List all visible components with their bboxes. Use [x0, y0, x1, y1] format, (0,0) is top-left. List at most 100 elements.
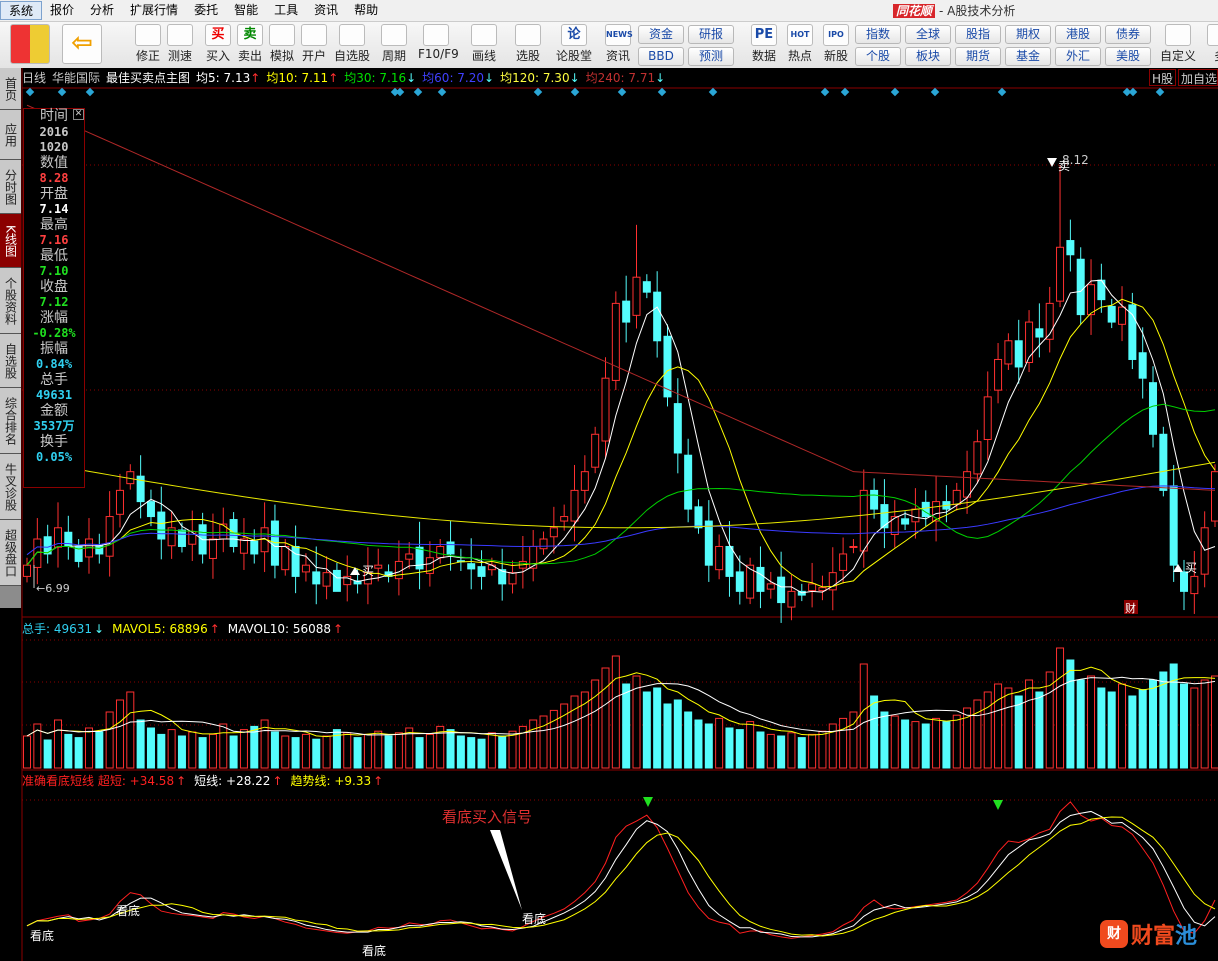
- candle: [1190, 575, 1199, 595]
- volume-bar: [601, 667, 610, 769]
- volume-bar: [177, 735, 186, 769]
- arrow-up-icon: ↑: [333, 622, 344, 636]
- candle: [467, 563, 476, 570]
- candle: [549, 527, 558, 538]
- ma-label: 均120: 7.30: [500, 71, 570, 85]
- volume-bar: [508, 730, 517, 769]
- chart-name[interactable]: 最佳买卖点主图: [106, 69, 190, 86]
- volume-bar: [684, 711, 693, 769]
- ma-value: 均5: 7.13↑: [196, 69, 260, 86]
- volume-bar: [787, 732, 796, 769]
- volume-bar: [880, 711, 889, 769]
- ma-label: 均10: 7.11: [266, 71, 329, 85]
- watermark-badge-icon: 财: [1100, 920, 1128, 948]
- volume-bar: [467, 737, 476, 769]
- candle: [157, 511, 166, 540]
- indicator-legend: 准确看底短线 超短: +34.58 ↑ 短线: +28.22 ↑ 趋势线: +9.33 ↑: [22, 772, 391, 789]
- info-value: 8.28: [39, 171, 69, 185]
- volume-bar: [901, 719, 910, 769]
- candle: [952, 489, 961, 506]
- add-watchlist-button[interactable]: 加自选: [1178, 69, 1218, 86]
- volume-bar: [653, 687, 662, 769]
- candle: [374, 564, 383, 569]
- candle: [777, 576, 786, 604]
- volume-bar: [188, 731, 197, 769]
- info-value: 49631: [35, 388, 73, 402]
- info-label: 收盘: [40, 278, 68, 295]
- candle: [611, 302, 620, 381]
- volume-bar: [425, 733, 434, 769]
- candle: [312, 571, 321, 585]
- ma-label: 均240: 7.71: [585, 71, 656, 85]
- volume-bar: [756, 731, 765, 769]
- volume-bar: [250, 725, 259, 769]
- volume-bar: [322, 735, 331, 769]
- candle: [115, 489, 124, 515]
- watermark-logo: 财财富池: [1100, 918, 1197, 950]
- info-value: 0.84%: [35, 357, 73, 371]
- candle: [219, 523, 228, 540]
- buy-signal-annotation: 看底买入信号: [442, 808, 533, 826]
- volume-bar: [498, 735, 507, 769]
- volume-bar: [694, 719, 703, 769]
- candle: [756, 566, 765, 592]
- ma-label: 均30: 7.16: [344, 71, 407, 85]
- candle: [446, 541, 455, 555]
- info-value: 7.10: [39, 264, 69, 278]
- info-label: 换手: [40, 433, 68, 450]
- candle: [694, 506, 703, 529]
- arrow-down-icon: ↓: [569, 71, 580, 85]
- candle: [808, 583, 817, 592]
- volume-bar: [704, 723, 713, 769]
- bottom-signal-label: 看底: [522, 911, 546, 926]
- volume-bar: [1190, 687, 1199, 769]
- volume-bar: [911, 721, 920, 769]
- arrow-down-icon: ↓: [94, 622, 105, 636]
- volume-bar: [219, 723, 228, 769]
- volume-bar: [818, 730, 827, 769]
- volume-bar: [942, 721, 951, 769]
- arrow-down-icon: ↓: [655, 71, 666, 85]
- candle: [1169, 485, 1178, 566]
- volume-bar: [1138, 689, 1147, 769]
- ma-value: 均30: 7.16↓: [344, 69, 416, 86]
- close-icon[interactable]: ✕: [73, 109, 84, 120]
- volume-bar: [673, 699, 682, 769]
- candle: [477, 566, 486, 577]
- info-panel: ✕ 时间 2016 1020 数值 8.28 开盘 7.14 最高 7.16 最低 7.10 收盘 7.1…: [23, 108, 85, 488]
- buy-marker: 买: [362, 564, 374, 578]
- ma-value: 均60: 7.20↓: [422, 69, 494, 86]
- volume-bar: [1087, 675, 1096, 769]
- volume-bar: [1035, 691, 1044, 769]
- volume-bar: [281, 735, 290, 769]
- volume-bar: [343, 732, 352, 769]
- kline-chart[interactable]: 8.12卖←6.99买 买财看底看底看底看底: [0, 0, 1218, 961]
- candle: [1087, 284, 1096, 316]
- candle: [33, 538, 42, 568]
- info-value: -0.28%: [32, 326, 76, 340]
- volume-bar: [167, 729, 176, 769]
- bottom-signal-label: 看底: [30, 928, 54, 943]
- buy-marker: 买: [1185, 561, 1197, 575]
- info-value: 7.16: [39, 233, 69, 247]
- volume-bar: [477, 738, 486, 769]
- volume-bar: [890, 715, 899, 769]
- info-label: 总手: [40, 371, 68, 388]
- candle: [177, 529, 186, 547]
- candle: [508, 572, 517, 585]
- low-price-label: ←6.99: [36, 582, 70, 595]
- volume-bar: [1107, 691, 1116, 769]
- h-share-button[interactable]: H股: [1149, 69, 1176, 86]
- candle: [591, 433, 600, 468]
- info-value: 3537万: [33, 419, 75, 433]
- volume-bar: [1211, 675, 1218, 769]
- candle: [849, 545, 858, 548]
- info-label: 最高: [40, 216, 68, 233]
- volume-bar: [312, 738, 321, 769]
- volume-bar: [1180, 683, 1189, 769]
- period-label[interactable]: 日线: [22, 69, 46, 86]
- volume-bar: [239, 729, 248, 769]
- candle: [983, 396, 992, 441]
- volume-bar: [363, 733, 372, 769]
- finance-badge: 财: [1125, 601, 1136, 615]
